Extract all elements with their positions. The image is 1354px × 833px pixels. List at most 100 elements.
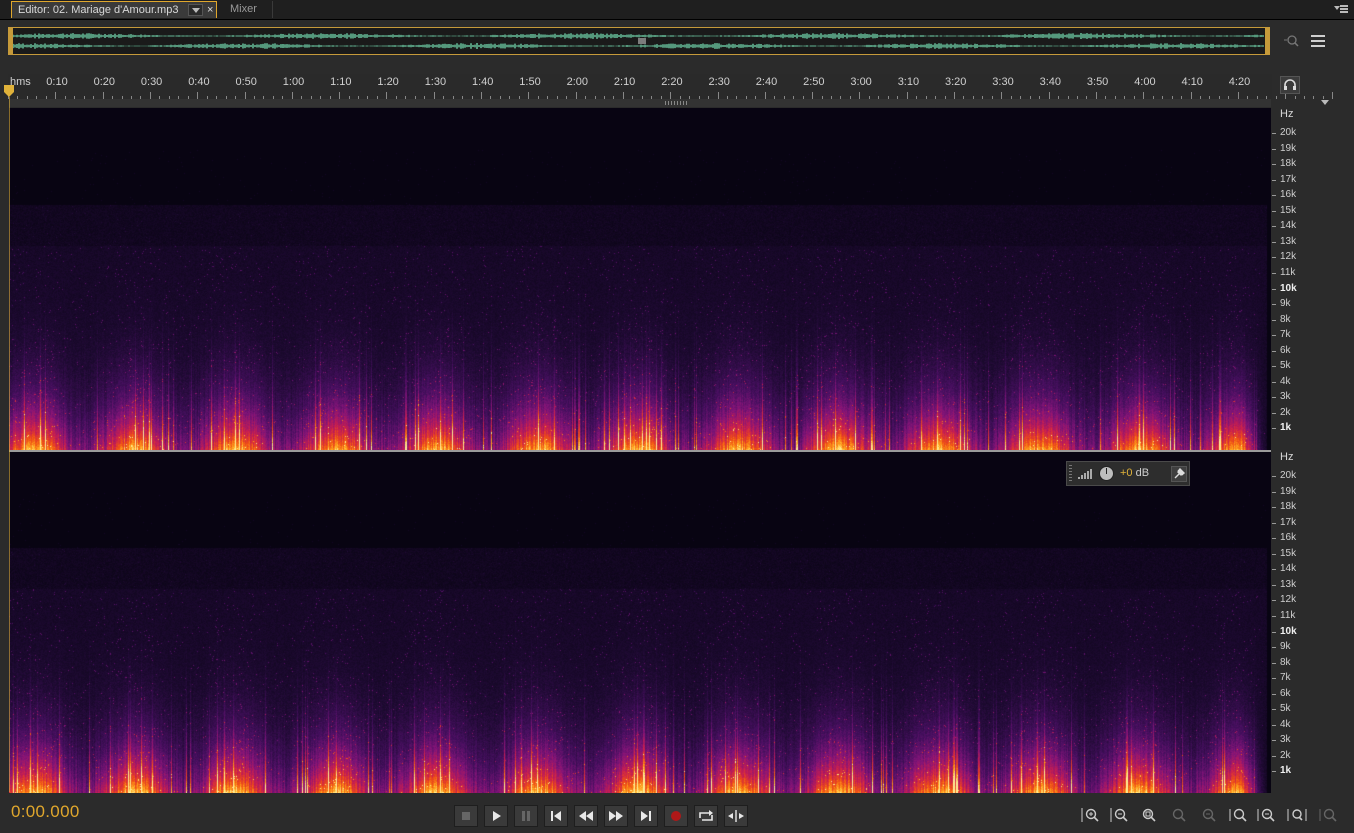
frequency-ruler-left[interactable]: Hz 20k 19k 18k 17k 16k 15k 14k 13k 12k 11k 10k 9k 8k 7… xyxy=(1272,108,1342,450)
panel-tab-bar: Editor: 02. Mariage d'Amour.mp3 × Mixer xyxy=(0,0,1354,20)
frequency-label: 5k xyxy=(1280,703,1291,715)
zoom-selection-icon[interactable] xyxy=(1318,806,1340,824)
frequency-label: 14k xyxy=(1280,220,1297,232)
zoom-out-amplitude-icon[interactable] xyxy=(1109,806,1131,824)
spectrogram-channel-left[interactable] xyxy=(9,108,1271,451)
pin-hud-button[interactable] xyxy=(1171,466,1187,482)
spectrogram-canvas-right xyxy=(9,452,1271,793)
play-icon xyxy=(493,811,501,821)
headphones-icon xyxy=(1284,79,1296,90)
zoom-reset-icon[interactable] xyxy=(1138,806,1160,824)
hz-unit-label: Hz xyxy=(1280,451,1294,463)
spectrogram-canvas-left xyxy=(9,108,1271,451)
panel-menu-icon[interactable] xyxy=(1334,3,1348,15)
timeline-label: 1:20 xyxy=(377,76,399,88)
frequency-label: 11k xyxy=(1280,266,1296,278)
current-time-display[interactable]: 0:00.000 xyxy=(11,802,80,822)
headphones-button[interactable] xyxy=(1280,76,1300,94)
frequency-ruler-right[interactable]: Hz 20k 19k 18k 17k 16k 15k 14k 13k 12k 11k 10k 9k 8k 7… xyxy=(1272,451,1342,793)
tab-mixer[interactable]: Mixer xyxy=(220,1,273,18)
stop-icon xyxy=(462,812,470,820)
timeline-label: 2:20 xyxy=(661,76,683,88)
frequency-label: 7k xyxy=(1280,329,1291,341)
pin-icon xyxy=(1174,467,1186,479)
skip-selection-button[interactable] xyxy=(724,805,748,827)
overview-waveform[interactable] xyxy=(8,27,1270,55)
frequency-label: 10k xyxy=(1280,282,1297,294)
zoom-out-point-icon[interactable] xyxy=(1198,806,1220,824)
overview-waveform-graphic xyxy=(13,33,1264,49)
frequency-label: 11k xyxy=(1280,609,1296,621)
zoom-full-icon[interactable] xyxy=(1286,806,1308,824)
amplitude-hud[interactable]: +0 dB xyxy=(1066,461,1190,486)
frequency-label: 4k xyxy=(1280,718,1291,730)
playhead-marker-icon[interactable] xyxy=(4,85,14,97)
spectrogram-channel-right[interactable] xyxy=(9,452,1271,793)
timeline-label: 3:20 xyxy=(945,76,967,88)
rewind-button[interactable] xyxy=(574,805,598,827)
overview-right-handle[interactable] xyxy=(1265,27,1270,55)
frequency-label: 13k xyxy=(1280,235,1297,247)
timeline-label: 1:10 xyxy=(330,76,352,88)
frequency-label: 6k xyxy=(1280,687,1291,699)
zoom-in-time-icon[interactable] xyxy=(1228,806,1250,824)
zoom-in-amplitude-icon[interactable] xyxy=(1080,806,1102,824)
scrollbar-grip[interactable] xyxy=(665,101,689,105)
frequency-label: 17k xyxy=(1280,516,1297,528)
frequency-label: 20k xyxy=(1280,127,1297,138)
timeline-label: 4:20 xyxy=(1228,76,1251,88)
skip-to-end-button[interactable] xyxy=(634,805,658,827)
frequency-label: 5k xyxy=(1280,360,1291,372)
zoom-navigator-icon[interactable] xyxy=(1283,33,1301,49)
frequency-label: 8k xyxy=(1280,313,1291,325)
record-button[interactable] xyxy=(664,805,688,827)
zoom-out-time-icon[interactable] xyxy=(1256,806,1278,824)
frequency-label: 6k xyxy=(1280,344,1291,356)
frequency-label: 9k xyxy=(1280,298,1291,310)
record-icon xyxy=(671,811,681,821)
loop-button[interactable] xyxy=(694,805,718,827)
frequency-label: 8k xyxy=(1280,656,1291,668)
timeline-ruler[interactable]: hms 0:10 0:20 0:30 0:40 0:50 1:00 1:10 1:20 1:30… xyxy=(8,74,1334,99)
frequency-label: 1k xyxy=(1280,422,1292,434)
vertical-zoom-scrollbar[interactable] xyxy=(9,99,1271,107)
frequency-label: 3k xyxy=(1280,391,1291,403)
timeline-label: 3:30 xyxy=(992,76,1014,88)
timeline-label: 1:00 xyxy=(282,76,305,88)
hud-grip[interactable] xyxy=(1069,465,1072,482)
skip-to-start-button[interactable] xyxy=(544,805,568,827)
frequency-label: 1k xyxy=(1280,765,1292,777)
timeline-label: 2:10 xyxy=(613,76,636,88)
tab-editor[interactable]: Editor: 02. Mariage d'Amour.mp3 × xyxy=(11,1,217,18)
pause-button[interactable] xyxy=(514,805,538,827)
chevron-down-icon[interactable] xyxy=(1321,100,1329,105)
file-dropdown-button[interactable] xyxy=(188,4,203,16)
playhead-line xyxy=(9,97,10,792)
overview-menu-icon[interactable] xyxy=(1311,35,1325,47)
gain-readout[interactable]: +0 dB xyxy=(1120,467,1149,479)
frequency-label: 20k xyxy=(1280,470,1297,481)
level-bars-icon xyxy=(1078,469,1092,479)
frequency-label: 16k xyxy=(1280,189,1297,201)
play-button[interactable] xyxy=(484,805,508,827)
gain-value: +0 xyxy=(1120,467,1133,479)
timeline-label: 3:10 xyxy=(897,76,920,88)
close-tab-icon[interactable]: × xyxy=(207,2,213,19)
timeline-label: 1:30 xyxy=(424,76,447,88)
fast-forward-button[interactable] xyxy=(604,805,628,827)
timeline-label: 0:50 xyxy=(235,76,257,88)
timeline-label: 3:50 xyxy=(1086,76,1109,88)
volume-knob[interactable] xyxy=(1099,466,1114,481)
timeline-label: 4:00 xyxy=(1134,76,1156,88)
skip-to-start-icon xyxy=(551,811,561,821)
frequency-label: 18k xyxy=(1280,158,1297,170)
timeline-label: 1:40 xyxy=(472,76,494,88)
zoom-in-point-icon[interactable] xyxy=(1168,806,1190,824)
frequency-label: 15k xyxy=(1280,204,1297,216)
frequency-label: 12k xyxy=(1280,594,1297,606)
frequency-label: 19k xyxy=(1280,485,1297,497)
loop-icon xyxy=(699,810,713,821)
stop-button[interactable] xyxy=(454,805,478,827)
timeline-label: 2:50 xyxy=(803,76,825,88)
frequency-label: 15k xyxy=(1280,547,1297,559)
